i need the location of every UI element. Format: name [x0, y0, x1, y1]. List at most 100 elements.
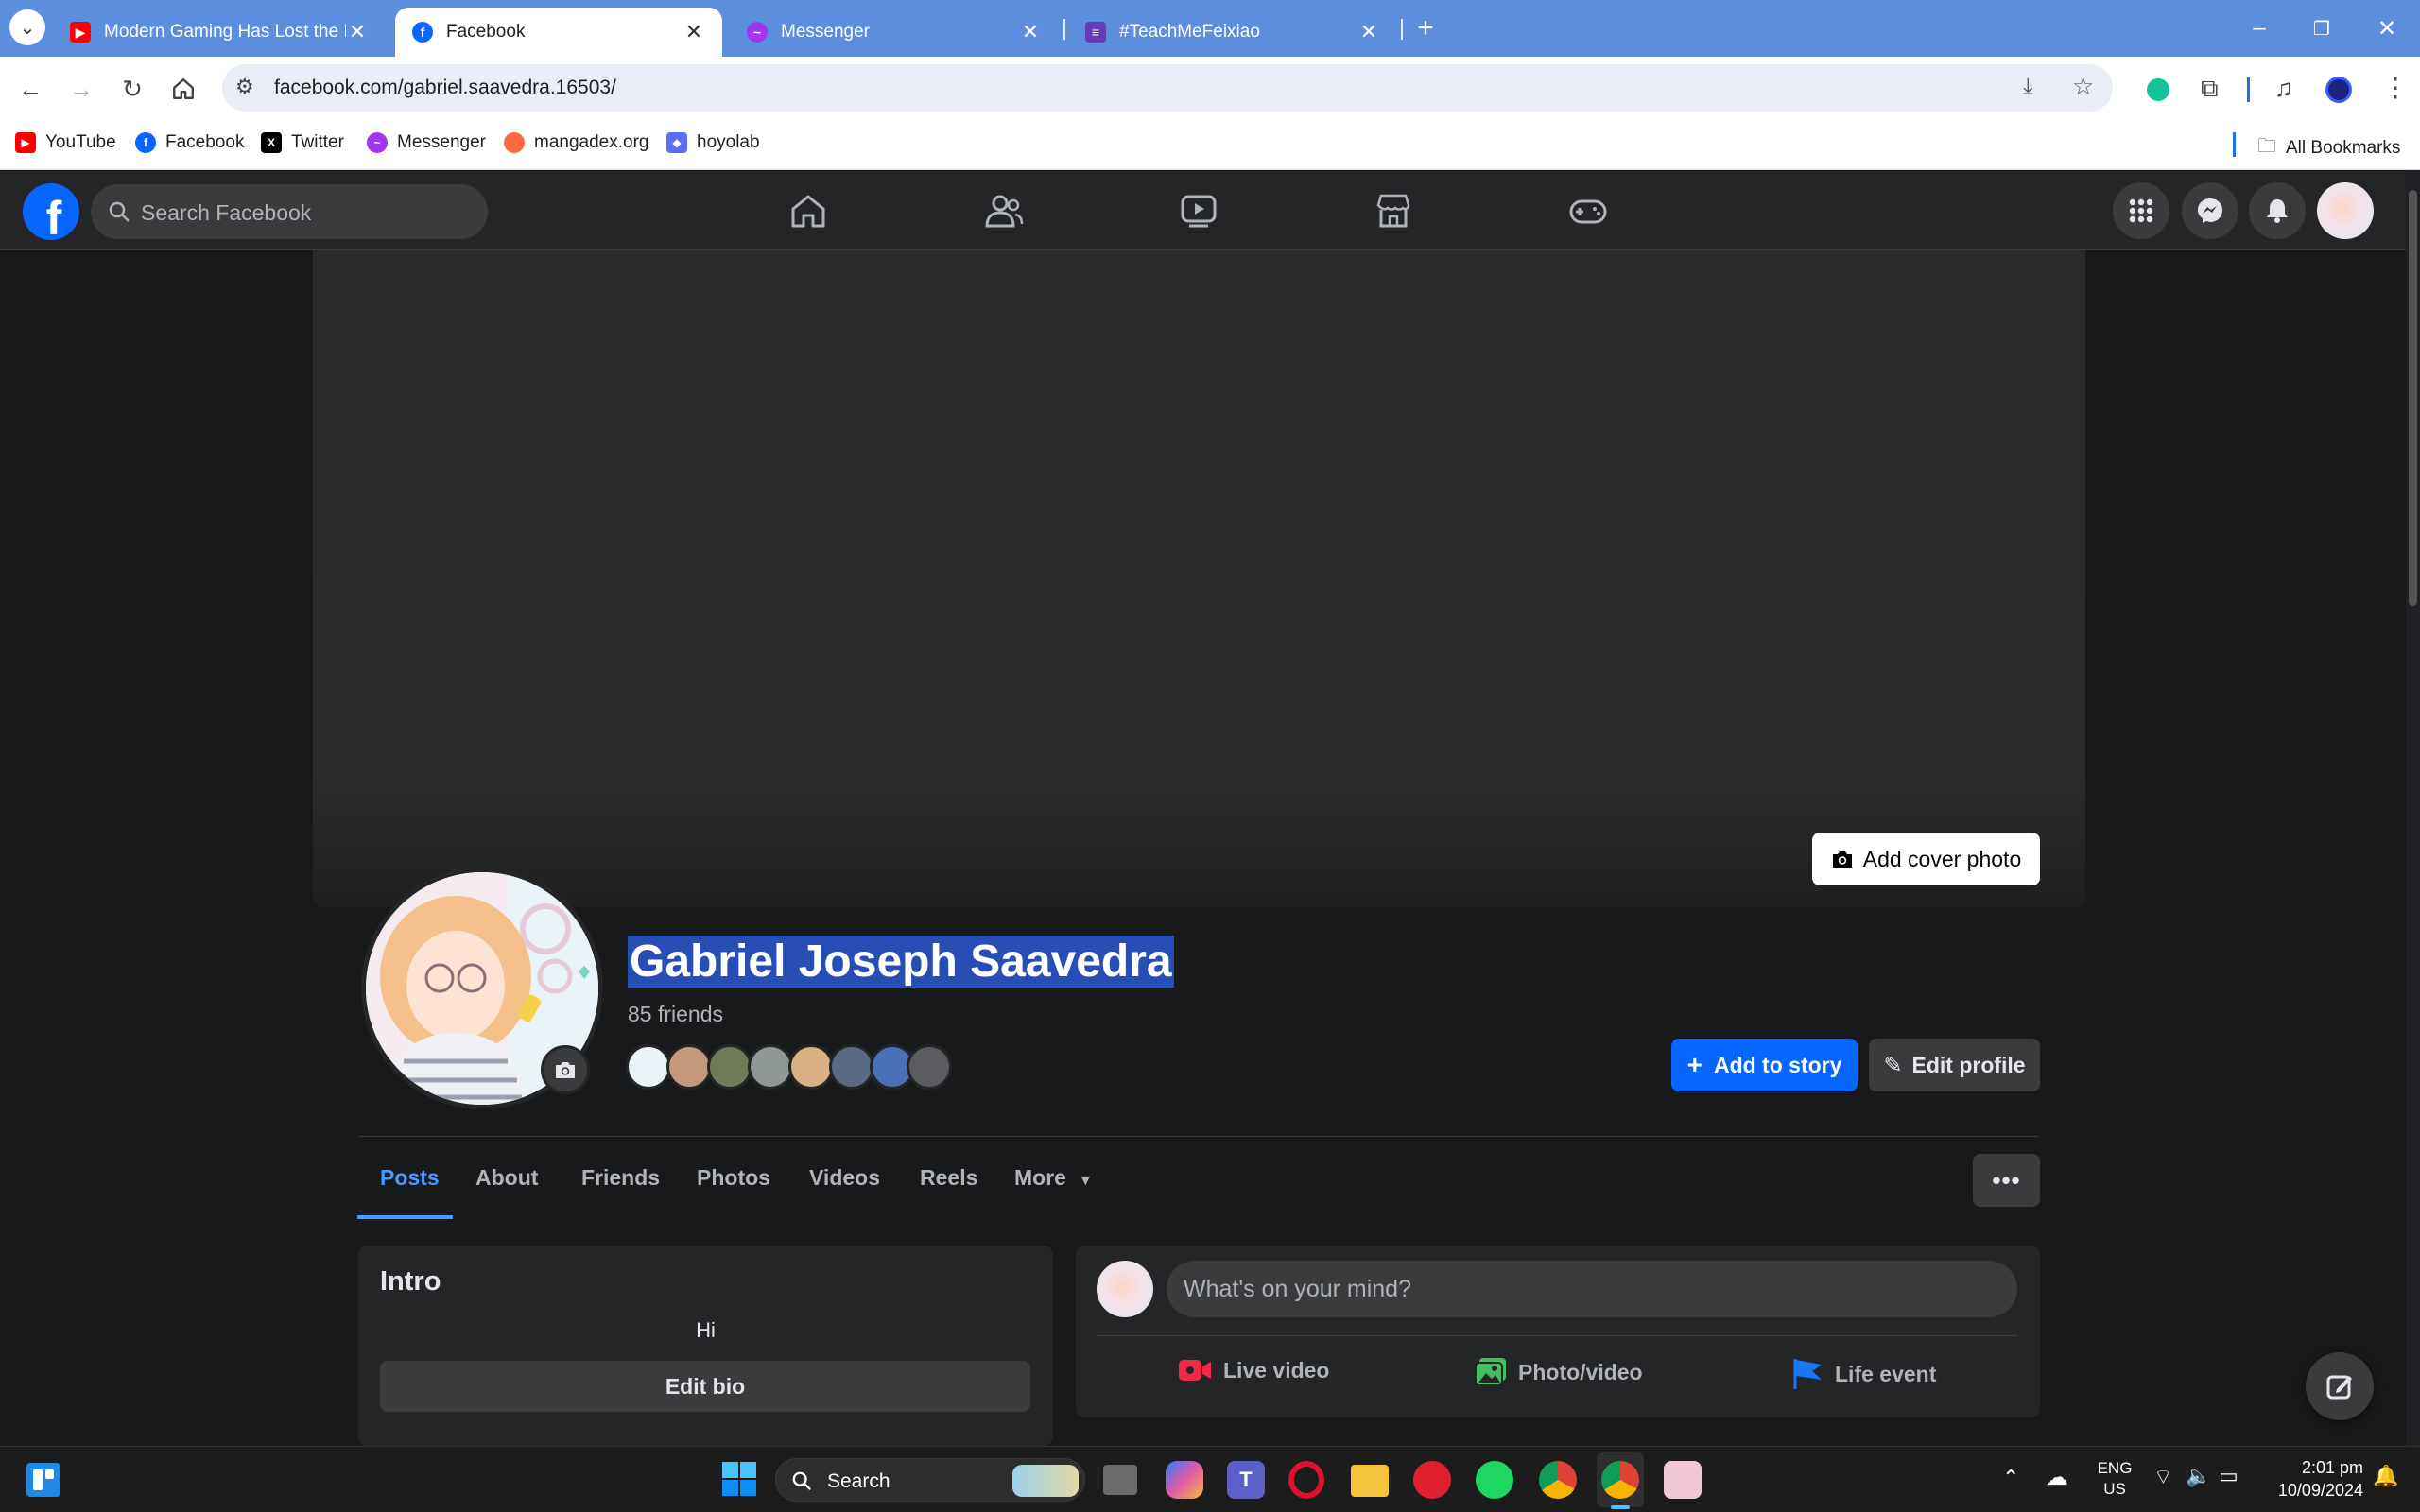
notifications-button[interactable]	[2249, 182, 2306, 239]
bookmark-facebook[interactable]: f Facebook	[135, 132, 244, 153]
close-window-button[interactable]: ✕	[2354, 0, 2420, 57]
opera-icon[interactable]	[1288, 1461, 1324, 1499]
app-red-icon[interactable]	[1413, 1461, 1451, 1499]
friends-icon[interactable]	[983, 192, 1025, 230]
friends-count[interactable]: 85 friends	[628, 1002, 723, 1027]
profile-avatar-icon[interactable]	[2325, 77, 2352, 103]
bookmark-messenger[interactable]: ~ Messenger	[367, 132, 486, 153]
new-tab-button[interactable]: +	[1409, 11, 1443, 45]
life-event-button[interactable]: Life event	[1791, 1357, 1936, 1391]
chevron-up-icon[interactable]: ⌃	[2002, 1466, 2019, 1490]
tab-facebook[interactable]: f Facebook ✕	[395, 8, 722, 57]
chrome-icon[interactable]	[1539, 1461, 1577, 1499]
bookmark-mangadex[interactable]: mangadex.org	[504, 132, 648, 153]
tab-videos[interactable]: Videos	[809, 1165, 880, 1191]
tab-about[interactable]: About	[475, 1165, 538, 1191]
close-icon[interactable]: ✕	[346, 20, 369, 44]
tab-more[interactable]: More ▼	[1014, 1165, 1093, 1191]
edit-bio-button[interactable]: Edit bio	[380, 1361, 1030, 1412]
site-info-icon[interactable]: ⚙	[235, 75, 254, 99]
media-control-icon[interactable]: ♫	[2274, 74, 2293, 103]
home-icon[interactable]	[787, 192, 829, 230]
taskbar-search[interactable]: Search	[775, 1458, 1085, 1502]
bookmark-youtube[interactable]: ▶ YouTube	[15, 132, 116, 153]
minimize-button[interactable]: –	[2226, 0, 2292, 57]
friend-avatar[interactable]	[748, 1044, 793, 1090]
battery-icon[interactable]: ▭	[2219, 1464, 2238, 1488]
wifi-icon[interactable]: ⌔	[2153, 1464, 2173, 1490]
friend-avatar[interactable]	[626, 1044, 671, 1090]
tab-messenger[interactable]: ~ Messenger ✕	[730, 8, 1059, 57]
back-button[interactable]: ←	[11, 70, 49, 108]
home-button[interactable]	[164, 70, 202, 108]
home-icon	[173, 78, 194, 99]
windows-start-icon[interactable]	[722, 1462, 756, 1496]
notification-bell-icon[interactable]: 🔔	[2373, 1464, 2398, 1488]
gaming-icon[interactable]	[1567, 192, 1609, 230]
marketplace-icon[interactable]	[1373, 192, 1414, 230]
tab-youtube[interactable]: ▶ Modern Gaming Has Lost the F ✕	[53, 8, 386, 57]
grammarly-extension-icon[interactable]	[2147, 78, 2169, 101]
task-view-icon[interactable]	[1103, 1465, 1137, 1495]
tab-friends[interactable]: Friends	[581, 1165, 660, 1191]
friend-avatar[interactable]	[788, 1044, 834, 1090]
tab-photos[interactable]: Photos	[697, 1165, 770, 1191]
language-indicator[interactable]: ENG US	[2091, 1458, 2138, 1500]
photo-video-button[interactable]: Photo/video	[1475, 1357, 1643, 1387]
post-composer-card: What's on your mind? Live video Photo/vi…	[1076, 1246, 2040, 1418]
edit-profile-button[interactable]: ✎ Edit profile	[1869, 1039, 2040, 1091]
teams-icon[interactable]: T	[1227, 1461, 1265, 1499]
bookmark-star-icon[interactable]: ☆	[2072, 72, 2094, 101]
composer-avatar[interactable]	[1097, 1261, 1153, 1317]
hoyolab-icon: ◆	[666, 132, 687, 153]
close-icon[interactable]: ✕	[1357, 20, 1380, 44]
chrome-profile-icon[interactable]	[1601, 1461, 1639, 1499]
clock[interactable]: 2:01 pm 10/09/2024	[2259, 1456, 2363, 1502]
add-to-story-button[interactable]: + Add to story	[1671, 1039, 1858, 1091]
forward-button[interactable]: →	[62, 70, 100, 108]
facebook-logo[interactable]: f	[23, 183, 79, 240]
live-video-button[interactable]: Live video	[1178, 1357, 1329, 1383]
extensions-icon[interactable]: ⧉	[2201, 74, 2219, 104]
all-bookmarks-button[interactable]: 🗀 All Bookmarks	[2257, 132, 2400, 164]
close-icon[interactable]: ✕	[1019, 20, 1042, 44]
bookmarks-bar: ▶ YouTube f Facebook X Twitter ~ Messeng…	[0, 121, 2420, 170]
friend-avatar[interactable]	[907, 1044, 952, 1090]
bookmark-twitter[interactable]: X Twitter	[261, 132, 344, 153]
page-scrollbar[interactable]	[2406, 171, 2420, 1446]
update-profile-picture-button[interactable]	[541, 1045, 590, 1094]
onedrive-icon[interactable]: ☁	[2046, 1464, 2068, 1491]
new-message-button[interactable]	[2306, 1352, 2374, 1420]
scrollbar-thumb[interactable]	[2409, 190, 2417, 606]
account-avatar[interactable]	[2317, 182, 2374, 239]
friend-avatar[interactable]	[666, 1044, 712, 1090]
bookmark-hoyolab[interactable]: ◆ hoyolab	[666, 132, 760, 153]
tab-search-button[interactable]: ⌄	[9, 9, 45, 45]
volume-icon[interactable]: 🔈	[2186, 1464, 2211, 1488]
spotify-icon[interactable]	[1476, 1461, 1513, 1499]
game-app-icon[interactable]	[1664, 1461, 1702, 1499]
mangadex-icon	[504, 132, 525, 153]
tab-teachmefeixiao[interactable]: ≡ #TeachMeFeixiao ✕	[1068, 8, 1397, 57]
restore-button[interactable]: ❐	[2289, 0, 2355, 57]
widgets-icon[interactable]	[26, 1463, 60, 1497]
friend-avatar[interactable]	[829, 1044, 874, 1090]
address-bar[interactable]: ⚙ facebook.com/gabriel.saavedra.16503/ ⤓…	[222, 64, 2113, 112]
video-icon[interactable]	[1178, 192, 1219, 230]
tab-posts[interactable]: Posts	[380, 1165, 440, 1191]
composer-divider	[1097, 1335, 2017, 1336]
whats-on-your-mind-input[interactable]: What's on your mind?	[1167, 1261, 2017, 1317]
browser-menu-icon[interactable]: ⋮	[2382, 72, 2409, 103]
reload-button[interactable]: ↻	[113, 70, 151, 108]
add-cover-photo-button[interactable]: Add cover photo	[1812, 833, 2040, 885]
menu-button[interactable]	[2113, 182, 2169, 239]
tab-reels[interactable]: Reels	[920, 1165, 977, 1191]
install-app-icon[interactable]: ⤓	[2023, 74, 2033, 100]
friend-avatar[interactable]	[707, 1044, 752, 1090]
close-icon[interactable]: ✕	[683, 20, 705, 44]
profile-more-options-button[interactable]: •••	[1973, 1154, 2040, 1207]
copilot-icon[interactable]	[1166, 1461, 1203, 1499]
messenger-button[interactable]	[2182, 182, 2238, 239]
file-explorer-icon[interactable]	[1351, 1465, 1389, 1497]
facebook-search-input[interactable]: Search Facebook	[91, 184, 488, 239]
